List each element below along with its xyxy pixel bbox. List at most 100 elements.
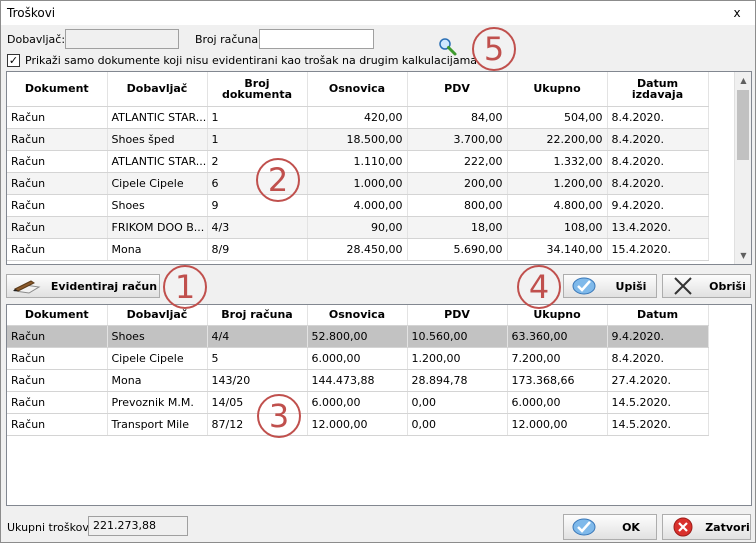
cell: 5 [207, 347, 308, 370]
cell: Cipele Cipele [107, 347, 208, 370]
cell: Shoes [107, 194, 208, 217]
table-row[interactable]: Račun Mona 8/9 28.450,00 5.690,00 34.140… [7, 238, 709, 261]
invoice-number-label: Broj računa: [195, 33, 262, 46]
cell: 84,00 [407, 106, 508, 129]
table-row[interactable]: Račun ATLANTIC STAR... 1 420,00 84,00 50… [7, 106, 709, 129]
supplier-input[interactable] [65, 29, 179, 49]
table-row[interactable]: Račun Mona 143/20 144.473,88 28.894,78 1… [7, 369, 709, 392]
column-header[interactable]: Osnovica [307, 72, 408, 107]
invoice-number-input[interactable] [259, 29, 374, 49]
annotation-marker-2: 2 [256, 158, 300, 202]
column-header[interactable]: Dobavljač [107, 305, 208, 326]
enter-label: Upiši [615, 279, 647, 293]
column-header[interactable]: PDV [407, 305, 508, 326]
cell: 4.000,00 [307, 194, 408, 217]
cell: 1 [207, 106, 308, 129]
recorded-costs-grid[interactable]: Dokument Dobavljač Broj računa Osnovica … [6, 304, 752, 506]
check-icon [568, 517, 600, 537]
cell: 22.200,00 [507, 128, 608, 151]
cell: 6.000,00 [307, 391, 408, 414]
cell: 222,00 [407, 150, 508, 173]
search-icon[interactable] [437, 37, 459, 57]
cell: Račun [7, 172, 108, 195]
table-row[interactable]: Račun Shoes 9 4.000,00 800,00 4.800,00 9… [7, 194, 709, 217]
record-invoice-label: Evidentiraj račun [50, 279, 158, 293]
cell: ATLANTIC STAR... [107, 106, 208, 129]
cell: 18,00 [407, 216, 508, 239]
unrecorded-only-checkbox[interactable]: ✓ [7, 54, 20, 67]
cell: 12.000,00 [507, 413, 608, 436]
delete-button[interactable]: Obriši [662, 274, 751, 298]
table-row[interactable]: Račun Shoes šped 1 18.500,00 3.700,00 22… [7, 128, 709, 151]
cell: 1 [207, 128, 308, 151]
column-header[interactable]: Broj računa [207, 305, 308, 326]
cell: 143/20 [207, 369, 308, 392]
recorded-costs-table: Dokument Dobavljač Broj računa Osnovica … [7, 305, 709, 436]
enter-button[interactable]: Upiši [563, 274, 657, 298]
cell: 9.4.2020. [607, 325, 709, 348]
delete-label: Obriši [709, 279, 746, 293]
cell: Račun [7, 347, 108, 370]
column-header[interactable]: Ukupno [507, 72, 608, 107]
column-header[interactable]: Datum [607, 305, 709, 326]
cell: Shoes [107, 325, 208, 348]
column-header[interactable]: Osnovica [307, 305, 408, 326]
cell: 9 [207, 194, 308, 217]
cell: 15.4.2020. [607, 238, 709, 261]
cell: Račun [7, 106, 108, 129]
cell: 0,00 [407, 391, 508, 414]
table-row[interactable]: Račun FRIKOM DOO B... 4/3 90,00 18,00 10… [7, 216, 709, 239]
unrecorded-only-label: Prikaži samo dokumente koji nisu evident… [25, 54, 478, 67]
total-costs-label: Ukupni troškovi: [7, 521, 96, 534]
close-button[interactable]: Zatvori [662, 514, 751, 540]
scroll-up-icon[interactable]: ▲ [735, 72, 751, 89]
cell: 8.4.2020. [607, 150, 709, 173]
window-close-button[interactable]: x [725, 4, 749, 22]
cell: 144.473,88 [307, 369, 408, 392]
cell: 8.4.2020. [607, 347, 709, 370]
cell: Cipele Cipele [107, 172, 208, 195]
column-header[interactable]: Ukupno [507, 305, 608, 326]
record-invoice-button[interactable]: Evidentiraj račun [6, 274, 160, 298]
scroll-thumb[interactable] [737, 90, 749, 160]
annotation-marker-3: 3 [257, 394, 301, 438]
table-row[interactable]: Račun Shoes 4/4 52.800,00 10.560,00 63.3… [7, 325, 709, 348]
cell: 28.450,00 [307, 238, 408, 261]
cell: 1.200,00 [507, 172, 608, 195]
cell: Račun [7, 128, 108, 151]
cell: Račun [7, 194, 108, 217]
annotation-marker-5: 5 [472, 27, 516, 71]
available-documents-table: Dokument Dobavljač Broj dokumenta Osnovi… [7, 72, 709, 261]
cell: 1.200,00 [407, 347, 508, 370]
cell: 4.800,00 [507, 194, 608, 217]
column-header[interactable]: Datum izdavaja [607, 72, 709, 107]
column-header[interactable]: Dokument [7, 305, 108, 326]
table-row[interactable]: Račun Prevoznik M.M. 14/05 6.000,00 0,00… [7, 391, 709, 414]
column-header[interactable]: Dokument [7, 72, 108, 107]
cell: Račun [7, 413, 108, 436]
column-header[interactable]: Dobavljač [107, 72, 208, 107]
available-documents-grid[interactable]: Dokument Dobavljač Broj dokumenta Osnovi… [6, 71, 752, 265]
vertical-scrollbar[interactable]: ▲ ▼ [734, 72, 751, 264]
cell: 3.700,00 [407, 128, 508, 151]
cell: Račun [7, 391, 108, 414]
cell: 6.000,00 [507, 391, 608, 414]
table-row[interactable]: Račun Cipele Cipele 5 6.000,00 1.200,00 … [7, 347, 709, 370]
table-row[interactable]: Račun Cipele Cipele 6 1.000,00 200,00 1.… [7, 172, 709, 195]
cell: Prevoznik M.M. [107, 391, 208, 414]
cell: Mona [107, 238, 208, 261]
column-header[interactable]: Broj dokumenta [207, 72, 308, 107]
cell: 5.690,00 [407, 238, 508, 261]
ok-button[interactable]: OK [563, 514, 657, 540]
cell: Račun [7, 369, 108, 392]
cell: 28.894,78 [407, 369, 508, 392]
cell: 4/4 [207, 325, 308, 348]
column-header[interactable]: PDV [407, 72, 508, 107]
cell: 12.000,00 [307, 413, 408, 436]
scroll-down-icon[interactable]: ▼ [735, 247, 751, 264]
window-title: Troškovi [7, 6, 56, 20]
table-row[interactable]: Račun Transport Mile 87/12 12.000,00 0,0… [7, 413, 709, 436]
table-row[interactable]: Račun ATLANTIC STAR... 2 1.110,00 222,00… [7, 150, 709, 173]
cell: 10.560,00 [407, 325, 508, 348]
cell: 14.5.2020. [607, 391, 709, 414]
